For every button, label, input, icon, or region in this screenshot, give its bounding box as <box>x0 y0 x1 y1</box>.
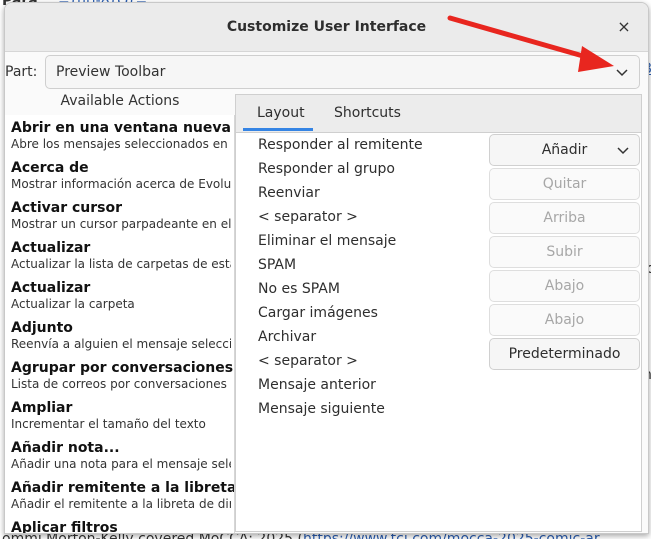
action-list-item[interactable]: Acerca de Mostrar información acerca de E… <box>5 155 234 195</box>
toolbar-list-item[interactable]: Mensaje siguiente <box>236 397 485 421</box>
customize-ui-dialog: Customize User Interface × Part: Preview… <box>4 2 649 534</box>
toolbar-list-item[interactable]: Responder al grupo <box>236 157 485 181</box>
action-list-item[interactable]: Adjunto Reenvía a alguien el mensaje sele… <box>5 315 234 355</box>
toolbar-list-item[interactable]: Mensaje anterior <box>236 373 485 397</box>
action-description: Abre los mensajes seleccionados en u... <box>11 137 231 151</box>
toolbar-list-item[interactable]: SPAM <box>236 253 485 277</box>
toolbar-list-item[interactable]: Eliminar el mensaje <box>236 229 485 253</box>
action-description: Incrementar el tamaño del texto <box>11 417 206 431</box>
toolbar-items-list[interactable]: Responder al remitente Responder al grupo… <box>236 133 485 531</box>
action-description: Lista de correos por conversaciones <box>11 377 227 391</box>
default-button[interactable]: Predeterminado <box>489 338 640 370</box>
action-list-item[interactable]: Añadir nota... Añadir una nota para el me… <box>5 435 234 475</box>
action-list-item[interactable]: Actualizar Actualizar la lista de carpeta… <box>5 235 234 275</box>
action-list-item[interactable]: Abrir en una ventana nueva Abre los mensa… <box>5 115 234 155</box>
move-down-button[interactable]: Abajo <box>489 270 640 302</box>
action-title: Añadir nota... <box>11 440 120 456</box>
action-title: Abrir en una ventana nueva <box>11 120 231 136</box>
add-button-label: Añadir <box>541 142 588 158</box>
close-button[interactable]: × <box>612 15 636 39</box>
move-bottom-button[interactable]: Abajo <box>489 304 640 336</box>
toolbar-list-item[interactable]: < separator > <box>236 349 485 373</box>
chevron-down-icon <box>617 147 629 155</box>
tab-shortcuts[interactable]: Shortcuts <box>334 105 401 121</box>
action-title: Adjunto <box>11 320 73 336</box>
action-description: Reenvía a alguien el mensaje selecci... <box>11 337 231 351</box>
part-combobox-value: Preview Toolbar <box>56 64 166 80</box>
dialog-title: Customize User Interface <box>226 19 427 35</box>
tab-layout[interactable]: Layout <box>257 105 305 121</box>
action-list-item[interactable]: Añadir remitente a la libreta Añadir el r… <box>5 475 234 515</box>
available-actions-list[interactable]: Abrir en una ventana nueva Abre los mensa… <box>5 115 235 533</box>
action-list-item[interactable]: Aplicar filtros <box>5 515 234 533</box>
action-description: Actualizar la carpeta <box>11 297 135 311</box>
toolbar-list-item[interactable]: Responder al remitente <box>236 133 485 157</box>
active-tab-indicator <box>243 128 313 131</box>
part-combobox[interactable]: Preview Toolbar <box>45 55 640 89</box>
action-description: Actualizar la lista de carpetas de esta … <box>11 257 231 271</box>
toolbar-list-item[interactable]: Archivar <box>236 325 485 349</box>
action-description: Añadir una nota para el mensaje selec... <box>11 457 231 471</box>
toolbar-list-item[interactable]: < separator > <box>236 205 485 229</box>
action-description: Mostrar un cursor parpadeante en el ... <box>11 217 231 231</box>
part-label: Part: <box>5 64 38 80</box>
available-actions-header: Available Actions <box>60 93 180 109</box>
action-list-item[interactable]: Activar cursor Mostrar un cursor parpadea… <box>5 195 234 235</box>
action-description: Mostrar información acerca de Evolu... <box>11 177 231 191</box>
action-title: Agrupar por conversaciones <box>11 360 234 376</box>
tab-bar: Layout Shortcuts <box>236 95 641 133</box>
chevron-down-icon <box>616 69 628 77</box>
remove-button[interactable]: Quitar <box>489 168 640 200</box>
action-list-item[interactable]: Ampliar Incrementar el tamaño del texto <box>5 395 234 435</box>
dialog-titlebar: Customize User Interface × <box>5 3 648 52</box>
action-title: Acerca de <box>11 160 89 176</box>
action-list-item[interactable]: Actualizar Actualizar la carpeta <box>5 275 234 315</box>
action-title: Aplicar filtros <box>11 520 118 533</box>
toolbar-list-item[interactable]: Reenviar <box>236 181 485 205</box>
toolbar-list-item[interactable]: Cargar imágenes <box>236 301 485 325</box>
action-title: Añadir remitente a la libreta <box>11 480 235 496</box>
toolbar-list-item[interactable]: No es SPAM <box>236 277 485 301</box>
action-title: Ampliar <box>11 400 73 416</box>
notebook: Layout Shortcuts Responder al remitente R… <box>235 94 642 532</box>
move-top-button[interactable]: Arriba <box>489 202 640 234</box>
add-button[interactable]: Añadir <box>489 134 640 166</box>
action-description: Añadir el remitente a la libreta de dir.… <box>11 497 231 511</box>
action-title: Activar cursor <box>11 200 123 216</box>
action-title: Actualizar <box>11 280 91 296</box>
action-list-item[interactable]: Agrupar por conversaciones Lista de corre… <box>5 355 234 395</box>
action-title: Actualizar <box>11 240 91 256</box>
close-icon: × <box>617 17 631 36</box>
move-up-button[interactable]: Subir <box>489 236 640 268</box>
